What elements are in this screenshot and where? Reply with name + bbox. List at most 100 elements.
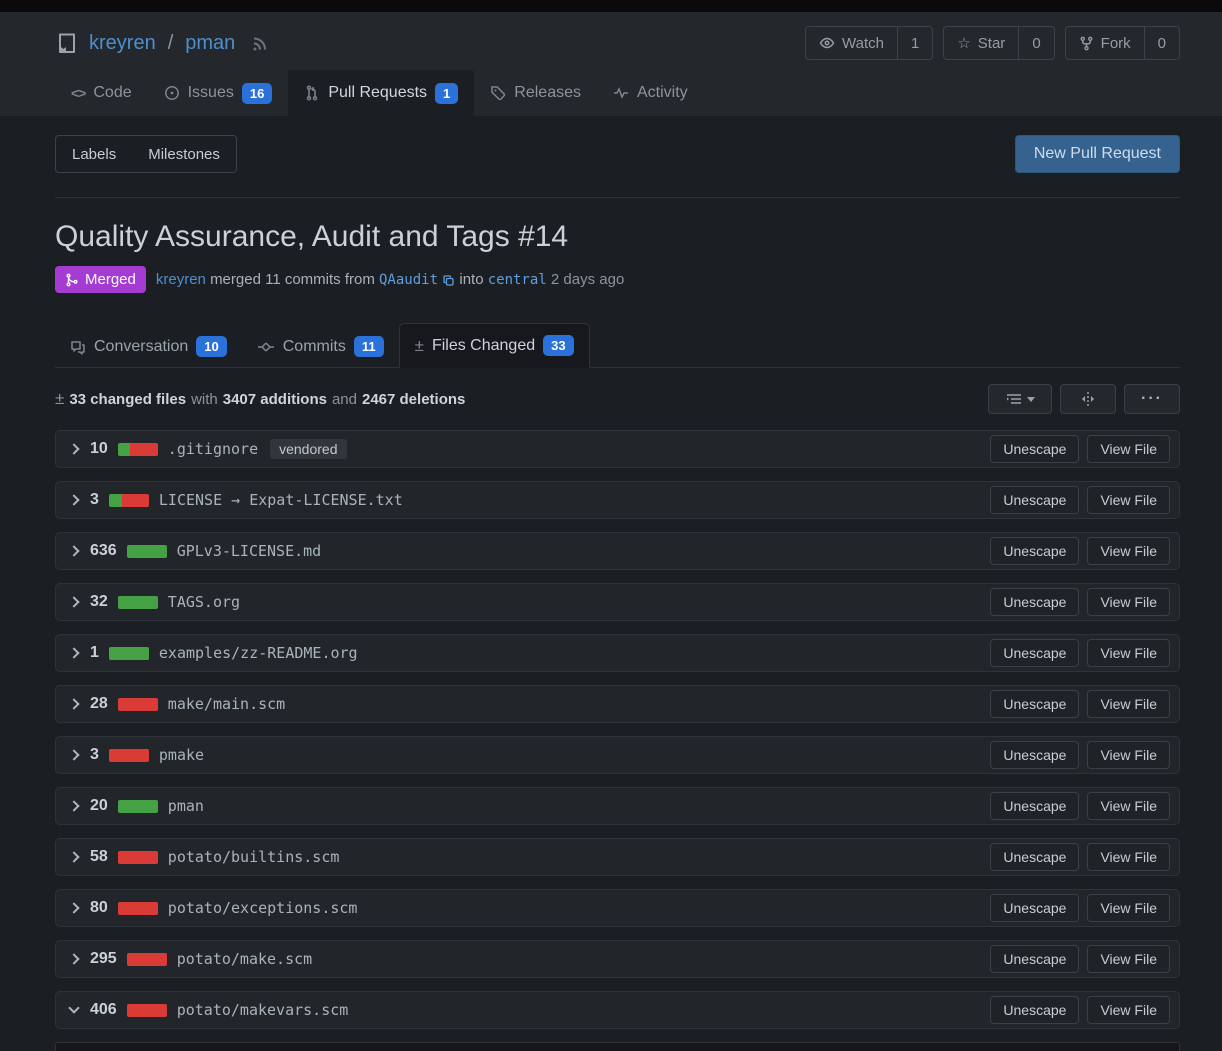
chevron-icon[interactable]: [68, 698, 79, 709]
tab-conversation-label: Conversation: [94, 338, 188, 356]
target-branch-link[interactable]: central: [488, 272, 547, 288]
file-change-count: 3: [90, 746, 99, 764]
diff-stat-bar: [109, 749, 149, 762]
chevron-icon[interactable]: [68, 851, 79, 862]
tab-commits[interactable]: Commits 11: [242, 325, 399, 368]
chevron-icon[interactable]: [68, 800, 79, 811]
chevron-icon[interactable]: [68, 647, 79, 658]
file-name: potato/makevars.scm: [177, 1001, 349, 1019]
view-file-button[interactable]: View File: [1087, 537, 1170, 565]
merged-time: 2 days ago: [551, 271, 624, 288]
site-header: kreyren / pman: [0, 12, 1222, 116]
view-file-button[interactable]: View File: [1087, 486, 1170, 514]
view-file-button[interactable]: View File: [1087, 843, 1170, 871]
unescape-button[interactable]: Unescape: [990, 996, 1079, 1024]
unescape-button[interactable]: Unescape: [990, 945, 1079, 973]
chevron-icon[interactable]: [68, 494, 79, 505]
diff-view-options: ···: [988, 384, 1180, 414]
file-row: 406 potato/makevars.scm Unescape View Fi…: [55, 991, 1180, 1029]
issue-icon: [164, 85, 180, 101]
unescape-button[interactable]: Unescape: [990, 894, 1079, 922]
labels-button[interactable]: Labels: [56, 136, 132, 172]
split-view-button[interactable]: [1060, 384, 1116, 414]
unescape-button[interactable]: Unescape: [990, 843, 1079, 871]
diff-stat-bar: [109, 647, 149, 660]
milestones-button[interactable]: Milestones: [132, 136, 236, 172]
pull-requests-count-badge: 1: [435, 83, 458, 104]
rss-icon[interactable]: [251, 34, 269, 52]
copy-branch-icon[interactable]: [442, 274, 455, 287]
chevron-icon[interactable]: [68, 749, 79, 760]
star-label: Star: [978, 35, 1006, 52]
diff-stat-bar: [118, 596, 158, 609]
star-count[interactable]: 0: [1018, 27, 1053, 59]
repo-name-link[interactable]: pman: [185, 32, 235, 55]
view-file-button[interactable]: View File: [1087, 690, 1170, 718]
additions-bar: [127, 545, 167, 558]
tab-files-changed[interactable]: ± Files Changed 33: [399, 323, 590, 368]
tab-releases[interactable]: Releases: [474, 70, 597, 116]
view-file-button[interactable]: View File: [1087, 588, 1170, 616]
source-branch-link[interactable]: QAaudit: [379, 272, 438, 288]
merged-status-badge: Merged: [55, 266, 146, 293]
view-file-button[interactable]: View File: [1087, 741, 1170, 769]
tab-conversation[interactable]: Conversation 10: [55, 325, 242, 368]
tab-pull-requests[interactable]: Pull Requests 1: [288, 70, 474, 116]
chevron-icon[interactable]: [68, 902, 79, 913]
ellipsis-icon: ···: [1141, 390, 1163, 408]
merged-text-2: into: [459, 271, 483, 288]
view-file-button[interactable]: View File: [1087, 792, 1170, 820]
view-file-button[interactable]: View File: [1087, 435, 1170, 463]
fork-count[interactable]: 0: [1144, 27, 1179, 59]
tab-activity[interactable]: Activity: [597, 70, 704, 116]
chevron-icon[interactable]: [68, 545, 79, 556]
additions-bar: [109, 494, 122, 507]
more-options-button[interactable]: ···: [1124, 384, 1180, 414]
repo-owner-link[interactable]: kreyren: [89, 32, 156, 55]
file-name: potato/make.scm: [177, 950, 312, 968]
view-file-button[interactable]: View File: [1087, 945, 1170, 973]
deletions-bar: [118, 851, 158, 864]
view-file-button[interactable]: View File: [1087, 894, 1170, 922]
view-file-button[interactable]: View File: [1087, 639, 1170, 667]
chevron-icon[interactable]: [68, 953, 79, 964]
repo-tab-bar: <> Code Issues 16 Pull Requests 1: [0, 70, 1222, 116]
diff-stat-bar: [109, 494, 149, 507]
unescape-button[interactable]: Unescape: [990, 486, 1079, 514]
deletions-bar: [118, 698, 158, 711]
chevron-icon[interactable]: [68, 596, 79, 607]
star-button[interactable]: ☆ Star 0: [943, 26, 1054, 60]
file-tree-toggle-button[interactable]: [988, 384, 1052, 414]
merged-text-1: merged 11 commits from: [210, 271, 375, 288]
unescape-button[interactable]: Unescape: [990, 537, 1079, 565]
merged-by-user-link[interactable]: kreyren: [156, 271, 206, 288]
commits-count-badge: 11: [354, 336, 384, 357]
conversation-icon: [70, 339, 86, 355]
additions-bar: [118, 596, 158, 609]
unescape-button[interactable]: Unescape: [990, 690, 1079, 718]
file-name: potato/builtins.scm: [168, 848, 340, 866]
tab-code[interactable]: <> Code: [55, 70, 148, 116]
files-changed-count-badge: 33: [543, 335, 573, 356]
tab-issues[interactable]: Issues 16: [148, 70, 289, 116]
unescape-button[interactable]: Unescape: [990, 435, 1079, 463]
view-file-button[interactable]: View File: [1087, 996, 1170, 1024]
file-row: 295 potato/make.scm Unescape View File: [55, 940, 1180, 978]
chevron-icon[interactable]: [68, 443, 79, 454]
file-change-count: 1: [90, 644, 99, 662]
file-name: TAGS.org: [168, 593, 240, 611]
chevron-icon[interactable]: [68, 1002, 79, 1013]
new-pull-request-button[interactable]: New Pull Request: [1015, 135, 1180, 173]
file-row: 28 make/main.scm Unescape View File: [55, 685, 1180, 723]
fork-button[interactable]: Fork 0: [1065, 26, 1180, 60]
issues-count-badge: 16: [242, 83, 272, 104]
watch-button[interactable]: Watch 1: [805, 26, 933, 60]
file-tag: vendored: [270, 439, 346, 459]
watch-count[interactable]: 1: [897, 27, 932, 59]
unescape-button[interactable]: Unescape: [990, 741, 1079, 769]
unescape-button[interactable]: Unescape: [990, 792, 1079, 820]
unescape-button[interactable]: Unescape: [990, 588, 1079, 616]
unescape-button[interactable]: Unescape: [990, 639, 1079, 667]
pulse-icon: [613, 85, 629, 101]
diff-stat-bar: [118, 443, 158, 456]
